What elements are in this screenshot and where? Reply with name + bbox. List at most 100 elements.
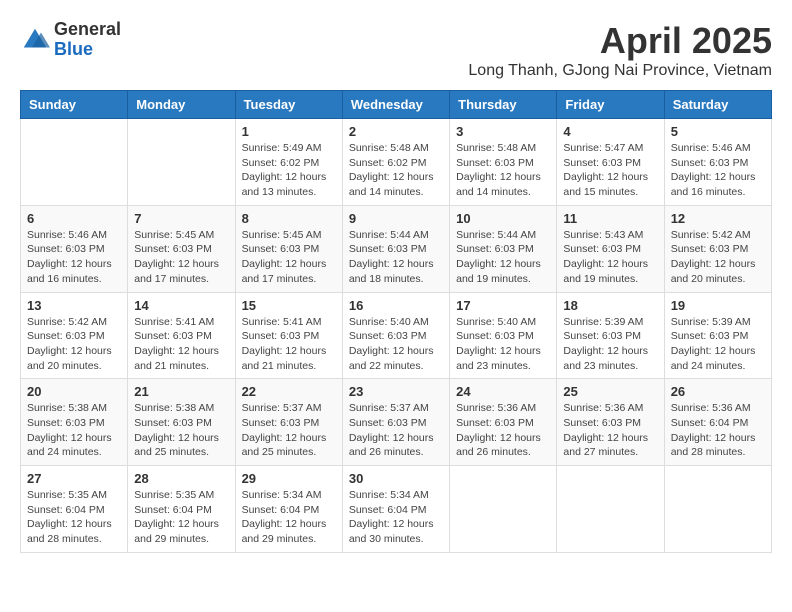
location-text: Long Thanh, GJong Nai Province, Vietnam [468, 62, 772, 80]
day-number: 30 [349, 471, 443, 486]
logo-text: General Blue [54, 20, 121, 60]
calendar-cell: 22 Sunrise: 5:37 AM Sunset: 6:03 PM Dayli… [235, 379, 342, 466]
day-number: 17 [456, 298, 550, 313]
day-number: 22 [242, 384, 336, 399]
day-number: 19 [671, 298, 765, 313]
calendar-cell: 9 Sunrise: 5:44 AM Sunset: 6:03 PM Daylig… [342, 205, 449, 292]
week-row-5: 27Sunrise: 5:35 AM Sunset: 6:04 PM Dayli… [21, 466, 772, 553]
calendar-cell: 13Sunrise: 5:42 AM Sunset: 6:03 PM Dayli… [21, 292, 128, 379]
calendar-cell: 26 Sunrise: 5:36 AM Sunset: 6:04 PM Dayli… [664, 379, 771, 466]
logo: General Blue [20, 20, 121, 60]
calendar-cell: 11 Sunrise: 5:43 AM Sunset: 6:03 PM Dayli… [557, 205, 664, 292]
day-info: Sunrise: 5:38 AM Sunset: 6:03 PM Dayligh… [27, 401, 121, 460]
day-info: Sunrise: 5:40 AM Sunset: 6:03 PM Dayligh… [349, 315, 443, 374]
week-row-4: 20 Sunrise: 5:38 AM Sunset: 6:03 PM Dayli… [21, 379, 772, 466]
day-info: Sunrise: 5:45 AM Sunset: 6:03 PM Dayligh… [134, 228, 228, 287]
day-number: 14 [134, 298, 228, 313]
day-info: Sunrise: 5:37 AM Sunset: 6:03 PM Dayligh… [242, 401, 336, 460]
day-number: 20 [27, 384, 121, 399]
day-number: 11 [563, 211, 657, 226]
day-info: Sunrise: 5:40 AM Sunset: 6:03 PM Dayligh… [456, 315, 550, 374]
day-number: 1 [242, 124, 336, 139]
day-number: 10 [456, 211, 550, 226]
day-number: 21 [134, 384, 228, 399]
day-info: Sunrise: 5:37 AM Sunset: 6:03 PM Dayligh… [349, 401, 443, 460]
day-number: 9 [349, 211, 443, 226]
day-info: Sunrise: 5:47 AM Sunset: 6:03 PM Dayligh… [563, 141, 657, 200]
calendar-cell: 16 Sunrise: 5:40 AM Sunset: 6:03 PM Dayli… [342, 292, 449, 379]
calendar-cell: 29 Sunrise: 5:34 AM Sunset: 6:04 PM Dayli… [235, 466, 342, 553]
calendar-cell: 3 Sunrise: 5:48 AM Sunset: 6:03 PM Daylig… [450, 119, 557, 206]
day-number: 5 [671, 124, 765, 139]
weekday-header-tuesday: Tuesday [235, 91, 342, 119]
day-info: Sunrise: 5:36 AM Sunset: 6:03 PM Dayligh… [456, 401, 550, 460]
day-info: Sunrise: 5:39 AM Sunset: 6:03 PM Dayligh… [671, 315, 765, 374]
weekday-header-friday: Friday [557, 91, 664, 119]
day-info: Sunrise: 5:46 AM Sunset: 6:03 PM Dayligh… [27, 228, 121, 287]
day-number: 24 [456, 384, 550, 399]
calendar-cell: 20 Sunrise: 5:38 AM Sunset: 6:03 PM Dayli… [21, 379, 128, 466]
month-title: April 2025 [468, 20, 772, 62]
day-number: 29 [242, 471, 336, 486]
day-number: 25 [563, 384, 657, 399]
calendar-cell: 2Sunrise: 5:48 AM Sunset: 6:02 PM Daylig… [342, 119, 449, 206]
day-number: 16 [349, 298, 443, 313]
title-block: April 2025 Long Thanh, GJong Nai Provinc… [468, 20, 772, 80]
calendar-cell [664, 466, 771, 553]
day-info: Sunrise: 5:35 AM Sunset: 6:04 PM Dayligh… [134, 488, 228, 547]
calendar-cell [21, 119, 128, 206]
calendar-cell: 14 Sunrise: 5:41 AM Sunset: 6:03 PM Dayli… [128, 292, 235, 379]
calendar-cell: 4 Sunrise: 5:47 AM Sunset: 6:03 PM Daylig… [557, 119, 664, 206]
calendar-cell [557, 466, 664, 553]
day-info: Sunrise: 5:41 AM Sunset: 6:03 PM Dayligh… [242, 315, 336, 374]
weekday-header-thursday: Thursday [450, 91, 557, 119]
day-info: Sunrise: 5:34 AM Sunset: 6:04 PM Dayligh… [242, 488, 336, 547]
weekday-header-sunday: Sunday [21, 91, 128, 119]
week-row-3: 13Sunrise: 5:42 AM Sunset: 6:03 PM Dayli… [21, 292, 772, 379]
day-info: Sunrise: 5:34 AM Sunset: 6:04 PM Dayligh… [349, 488, 443, 547]
page-header: General Blue April 2025 Long Thanh, GJon… [20, 20, 772, 80]
logo-blue-text: Blue [54, 40, 121, 60]
calendar-cell: 8Sunrise: 5:45 AM Sunset: 6:03 PM Daylig… [235, 205, 342, 292]
calendar-cell: 30 Sunrise: 5:34 AM Sunset: 6:04 PM Dayli… [342, 466, 449, 553]
day-info: Sunrise: 5:42 AM Sunset: 6:03 PM Dayligh… [671, 228, 765, 287]
day-info: Sunrise: 5:38 AM Sunset: 6:03 PM Dayligh… [134, 401, 228, 460]
calendar-cell: 17 Sunrise: 5:40 AM Sunset: 6:03 PM Dayli… [450, 292, 557, 379]
calendar-cell: 28Sunrise: 5:35 AM Sunset: 6:04 PM Dayli… [128, 466, 235, 553]
day-number: 12 [671, 211, 765, 226]
logo-icon [20, 25, 50, 55]
day-info: Sunrise: 5:44 AM Sunset: 6:03 PM Dayligh… [349, 228, 443, 287]
logo-general-text: General [54, 20, 121, 40]
weekday-header-wednesday: Wednesday [342, 91, 449, 119]
week-row-2: 6 Sunrise: 5:46 AM Sunset: 6:03 PM Daylig… [21, 205, 772, 292]
weekday-header-row: SundayMondayTuesdayWednesdayThursdayFrid… [21, 91, 772, 119]
calendar-cell: 23 Sunrise: 5:37 AM Sunset: 6:03 PM Dayli… [342, 379, 449, 466]
calendar-cell: 19 Sunrise: 5:39 AM Sunset: 6:03 PM Dayli… [664, 292, 771, 379]
day-number: 26 [671, 384, 765, 399]
calendar-cell: 10 Sunrise: 5:44 AM Sunset: 6:03 PM Dayli… [450, 205, 557, 292]
day-number: 2 [349, 124, 443, 139]
calendar-cell: 5 Sunrise: 5:46 AM Sunset: 6:03 PM Daylig… [664, 119, 771, 206]
day-number: 4 [563, 124, 657, 139]
calendar-table: SundayMondayTuesdayWednesdayThursdayFrid… [20, 90, 772, 553]
day-info: Sunrise: 5:41 AM Sunset: 6:03 PM Dayligh… [134, 315, 228, 374]
day-number: 13 [27, 298, 121, 313]
calendar-cell: 18 Sunrise: 5:39 AM Sunset: 6:03 PM Dayli… [557, 292, 664, 379]
day-info: Sunrise: 5:44 AM Sunset: 6:03 PM Dayligh… [456, 228, 550, 287]
day-info: Sunrise: 5:39 AM Sunset: 6:03 PM Dayligh… [563, 315, 657, 374]
day-info: Sunrise: 5:43 AM Sunset: 6:03 PM Dayligh… [563, 228, 657, 287]
calendar-cell: 27Sunrise: 5:35 AM Sunset: 6:04 PM Dayli… [21, 466, 128, 553]
calendar-cell [450, 466, 557, 553]
calendar-cell: 1Sunrise: 5:49 AM Sunset: 6:02 PM Daylig… [235, 119, 342, 206]
weekday-header-saturday: Saturday [664, 91, 771, 119]
day-info: Sunrise: 5:48 AM Sunset: 6:03 PM Dayligh… [456, 141, 550, 200]
day-info: Sunrise: 5:36 AM Sunset: 6:04 PM Dayligh… [671, 401, 765, 460]
day-info: Sunrise: 5:35 AM Sunset: 6:04 PM Dayligh… [27, 488, 121, 547]
day-number: 3 [456, 124, 550, 139]
day-number: 6 [27, 211, 121, 226]
calendar-cell: 6 Sunrise: 5:46 AM Sunset: 6:03 PM Daylig… [21, 205, 128, 292]
day-info: Sunrise: 5:46 AM Sunset: 6:03 PM Dayligh… [671, 141, 765, 200]
day-number: 15 [242, 298, 336, 313]
day-number: 23 [349, 384, 443, 399]
day-number: 18 [563, 298, 657, 313]
